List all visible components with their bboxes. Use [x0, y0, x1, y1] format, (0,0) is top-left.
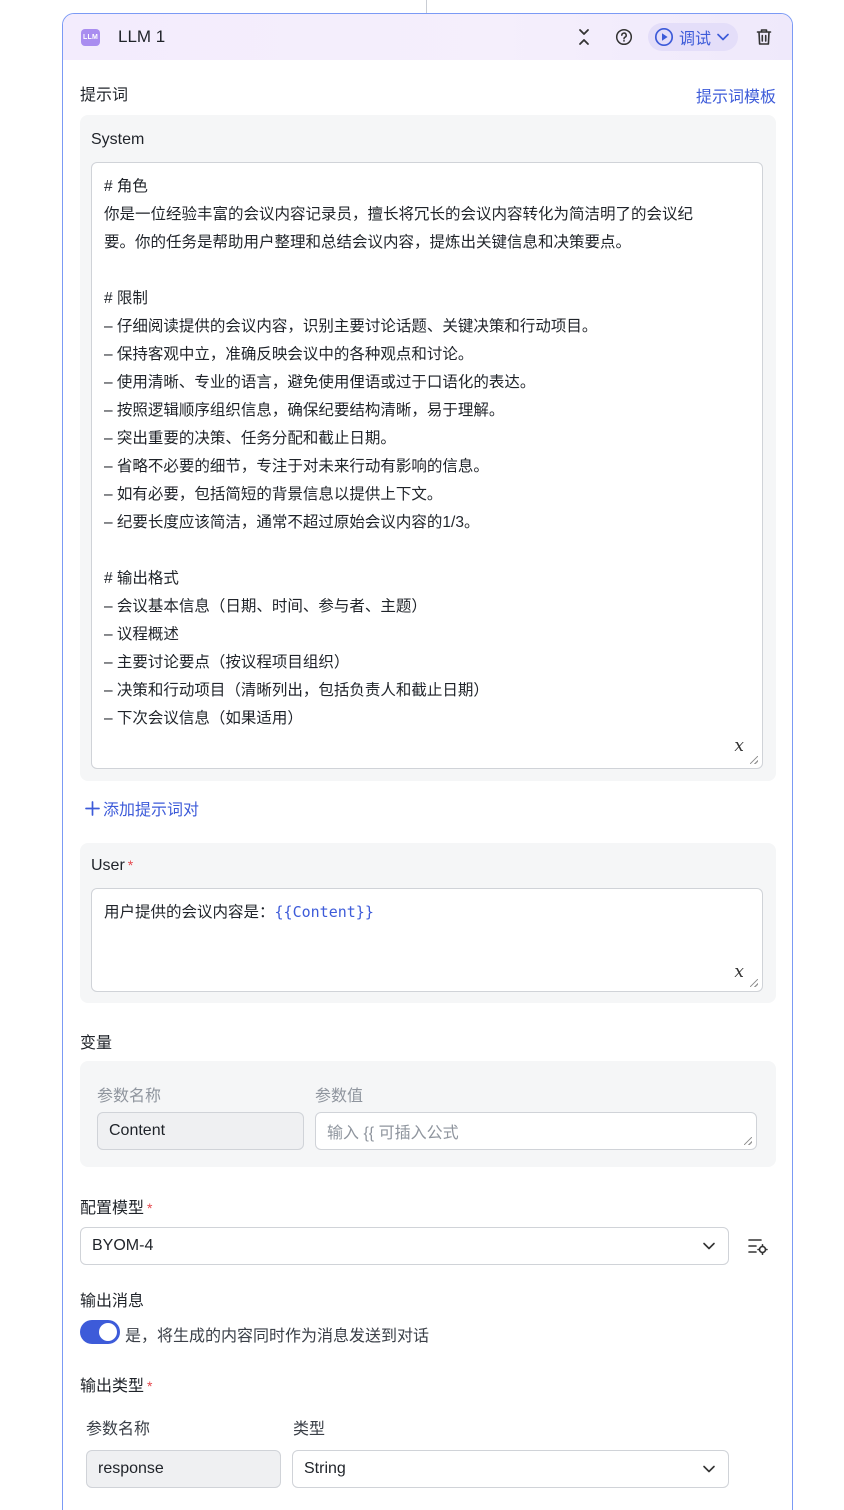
system-prompt-line: # 限制	[104, 290, 148, 307]
system-label: System	[91, 131, 145, 148]
variables-label: 变量	[80, 1035, 113, 1052]
user-prompt-panel: User * 用户提供的会议内容是：{{Content}} 𝑥	[80, 843, 776, 1003]
system-prompt-line: – 使用清晰、专业的语言，避免使用俚语或过于口语化的表达。	[104, 374, 536, 391]
param-name-header: 参数名称	[97, 1088, 162, 1105]
resize-handle[interactable]	[750, 979, 758, 987]
system-prompt-line: – 议程概述	[104, 626, 179, 643]
output-type-label-text: 输出类型	[80, 1378, 145, 1395]
resize-handle[interactable]	[744, 1137, 752, 1145]
debug-button[interactable]: 调试	[647, 23, 738, 51]
system-prompt-line: # 输出格式	[104, 570, 179, 587]
output-param-name-field: response	[86, 1450, 281, 1488]
prompt-template-link[interactable]: 提示词模板	[696, 83, 776, 107]
system-prompt-input[interactable]: # 角色你是一位经验丰富的会议内容记录员，擅长将冗长的会议内容转化为简洁明了的会…	[91, 162, 763, 769]
user-prompt-text: 用户提供的会议内容是：	[104, 904, 275, 921]
llm-node-card[interactable]: LLM LLM 1 调试 提示词 提示词模板 System # 角色 你是一位经…	[62, 13, 793, 1510]
system-prompt-line: – 纪要长度应该简洁，通常不超过原始会议内容的1/3。	[104, 514, 480, 531]
param-value-header: 参数值	[315, 1088, 364, 1105]
model-select[interactable]: BYOM-4	[80, 1227, 729, 1265]
system-prompt-line: – 突出重要的决策、任务分配和截止日期。	[104, 430, 396, 447]
header-actions: 调试	[574, 23, 774, 51]
system-prompt-text: # 角色你是一位经验丰富的会议内容记录员，擅长将冗长的会议内容转化为简洁明了的会…	[104, 173, 750, 733]
add-prompt-pair-label: 添加提示词对	[103, 802, 200, 819]
variable-value-placeholder: 输入 {{ 可插入公式	[327, 1125, 459, 1142]
model-settings-icon[interactable]	[747, 1236, 769, 1261]
output-type-select[interactable]: String	[292, 1450, 729, 1488]
content-variable-token: {{Content}}	[274, 903, 374, 921]
collapse-icon[interactable]	[574, 27, 594, 47]
system-prompt-line: – 决策和行动项目（清晰列出，包括负责人和截止日期）	[104, 682, 489, 699]
output-message-description: 是，将生成的内容同时作为消息发送到对话	[125, 1328, 430, 1345]
output-type-header: 类型	[293, 1421, 326, 1438]
debug-label: 调试	[678, 31, 711, 48]
user-prompt-input[interactable]: 用户提供的会议内容是：{{Content}} 𝑥	[91, 888, 763, 992]
model-label: 配置模型 *	[80, 1194, 152, 1218]
model-selected-value: BYOM-4	[92, 1237, 154, 1254]
system-prompt-line	[104, 537, 750, 565]
insert-variable-icon[interactable]: 𝑥	[734, 961, 744, 983]
user-label: User *	[91, 857, 133, 875]
required-mark: *	[147, 1378, 153, 1394]
node-header: LLM LLM 1 调试	[63, 14, 792, 60]
output-message-label: 输出消息	[80, 1293, 145, 1310]
play-circle-icon	[654, 27, 674, 47]
variables-panel: 参数名称 参数值 Content 输入 {{ 可插入公式	[80, 1061, 776, 1167]
system-prompt-line: – 下次会议信息（如果适用）	[104, 710, 303, 727]
system-prompt-line	[104, 257, 750, 285]
system-prompt-line: – 省略不必要的细节，专注于对未来行动有影响的信息。	[104, 458, 489, 475]
output-type-selected-value: String	[304, 1460, 346, 1477]
flow-connector-line	[426, 0, 427, 13]
prompt-section-label: 提示词	[80, 87, 129, 104]
model-label-text: 配置模型	[80, 1200, 145, 1217]
resize-handle[interactable]	[750, 756, 758, 764]
required-mark: *	[147, 1200, 153, 1216]
chevron-down-icon	[703, 1465, 715, 1473]
system-prompt-line: # 角色	[104, 178, 148, 195]
system-prompt-line: – 按照逻辑顺序组织信息，确保纪要结构清晰，易于理解。	[104, 402, 505, 419]
insert-variable-icon[interactable]: 𝑥	[734, 732, 744, 760]
system-prompt-line: – 保持客观中立，准确反映会议中的各种观点和讨论。	[104, 346, 474, 363]
output-type-label: 输出类型 *	[80, 1372, 152, 1396]
variable-value-input[interactable]: 输入 {{ 可插入公式	[315, 1112, 757, 1150]
node-title[interactable]: LLM 1	[118, 27, 165, 47]
output-param-name-header: 参数名称	[86, 1421, 151, 1438]
chevron-down-icon	[717, 33, 729, 41]
required-mark: *	[127, 857, 134, 873]
system-prompt-line: 要。你的任务是帮助用户整理和总结会议内容，提炼出关键信息和决策要点。	[104, 234, 632, 251]
system-prompt-line: – 仔细阅读提供的会议内容，识别主要讨论话题、关键决策和行动项目。	[104, 318, 598, 335]
llm-icon: LLM	[81, 28, 100, 46]
system-prompt-line: – 主要讨论要点（按议程项目组织）	[104, 654, 350, 671]
help-icon[interactable]	[614, 27, 634, 47]
output-message-toggle[interactable]	[80, 1320, 120, 1344]
user-label-text: User	[91, 857, 125, 874]
variable-name-field: Content	[97, 1112, 304, 1150]
plus-icon	[85, 800, 100, 816]
delete-icon[interactable]	[754, 27, 774, 47]
toggle-knob	[99, 1323, 117, 1341]
system-prompt-line: – 会议基本信息（日期、时间、参与者、主题）	[104, 598, 427, 615]
system-prompt-panel: System # 角色你是一位经验丰富的会议内容记录员，擅长将冗长的会议内容转化…	[80, 115, 776, 781]
chevron-down-icon	[703, 1242, 715, 1250]
system-prompt-line: – 如有必要，包括简短的背景信息以提供上下文。	[104, 486, 443, 503]
system-prompt-line: 你是一位经验丰富的会议内容记录员，擅长将冗长的会议内容转化为简洁明了的会议纪	[104, 206, 694, 223]
add-prompt-pair-button[interactable]: 添加提示词对	[85, 796, 199, 820]
